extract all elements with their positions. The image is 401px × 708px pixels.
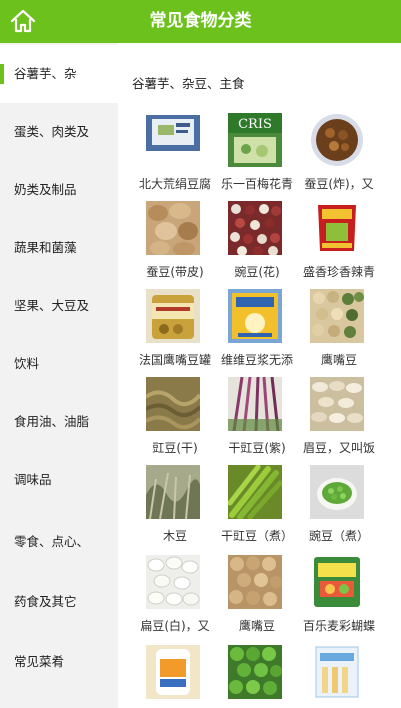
sidebar-item-label: 常见菜肴 xyxy=(14,654,65,669)
active-indicator xyxy=(0,64,4,84)
food-item[interactable] xyxy=(132,645,218,708)
sidebar-item-label: 调味品 xyxy=(14,472,52,487)
food-name: 维维豆浆无添 xyxy=(220,353,293,367)
sidebar-item-label: 饮料 xyxy=(14,356,40,371)
food-image xyxy=(146,465,200,519)
food-image xyxy=(228,377,282,431)
food-image xyxy=(310,289,364,343)
page-title: 常见食物分类 xyxy=(149,11,252,31)
food-item[interactable]: 鹰嘴豆 xyxy=(296,289,382,375)
food-image xyxy=(310,465,364,519)
category-sidebar: 谷薯芋、杂 蛋类、肉类及 奶类及制品 蔬果和菌藻 坚果、大豆及 饮料 食用油、油… xyxy=(0,43,118,708)
food-item[interactable]: 豇豆(干) xyxy=(132,377,218,463)
food-item[interactable]: 蚕豆(炸)，又 xyxy=(296,113,382,199)
food-image xyxy=(310,645,364,699)
food-image xyxy=(228,465,282,519)
food-image: CRIS xyxy=(228,113,282,167)
sidebar-item-label: 药食及其它 xyxy=(14,594,77,609)
sidebar-item-snacks[interactable]: 零食、点心、 xyxy=(0,513,118,571)
food-name: 豌豆(花) xyxy=(234,265,280,279)
food-image xyxy=(146,555,200,609)
food-item[interactable]: 木豆 xyxy=(132,465,218,551)
food-item[interactable]: 法国鹰嘴豆罐 xyxy=(132,289,218,375)
food-item[interactable]: CRIS 乐一百梅花青 xyxy=(214,113,300,199)
food-image xyxy=(310,555,364,609)
sidebar-item-vegetables[interactable]: 蔬果和菌藻 xyxy=(0,219,118,277)
sidebar-item-drinks[interactable]: 饮料 xyxy=(0,335,118,393)
sidebar-item-nuts-soy[interactable]: 坚果、大豆及 xyxy=(0,277,118,335)
sidebar-item-label: 食用油、油脂 xyxy=(14,414,90,429)
food-name: 扁豆(白)，又 xyxy=(140,619,210,633)
food-name: 盛香珍香辣青 xyxy=(302,265,375,279)
food-image xyxy=(310,377,364,431)
food-image xyxy=(146,201,200,255)
sidebar-item-dairy[interactable]: 奶类及制品 xyxy=(0,161,118,219)
food-image xyxy=(228,645,282,699)
sidebar-item-grains[interactable]: 谷薯芋、杂 xyxy=(0,45,118,103)
food-item[interactable]: 扁豆(白)，又 xyxy=(132,555,218,641)
food-item[interactable]: 豌豆(花) xyxy=(214,201,300,287)
section-title: 谷薯芋、杂豆、主食 xyxy=(132,76,245,91)
sidebar-item-eggs-meat[interactable]: 蛋类、肉类及 xyxy=(0,103,118,161)
food-image xyxy=(228,289,282,343)
sidebar-item-condiments[interactable]: 调味品 xyxy=(0,451,118,509)
food-item[interactable] xyxy=(296,645,382,708)
food-item[interactable]: 干豇豆(紫) xyxy=(214,377,300,463)
food-item[interactable]: 蚕豆(带皮) xyxy=(132,201,218,287)
food-name: 豇豆(干) xyxy=(152,441,198,455)
food-name: 乐一百梅花青 xyxy=(220,177,293,191)
sidebar-item-label: 零食、点心、 xyxy=(14,534,90,549)
sidebar-item-label: 蛋类、肉类及 xyxy=(14,124,90,139)
food-name: 鹰嘴豆 xyxy=(320,353,357,367)
food-image xyxy=(146,113,200,167)
sidebar-item-oils[interactable]: 食用油、油脂 xyxy=(0,393,118,451)
food-name: 鹰嘴豆 xyxy=(238,619,275,633)
food-image xyxy=(146,289,200,343)
sidebar-item-medicinal[interactable]: 药食及其它 xyxy=(0,573,118,631)
food-name: 百乐麦彩蝴蝶 xyxy=(302,619,375,633)
food-name: 眉豆，又叫饭 xyxy=(302,441,375,455)
food-name: 法国鹰嘴豆罐 xyxy=(138,353,211,367)
food-name: 蚕豆(炸)，又 xyxy=(304,177,374,191)
food-image xyxy=(228,555,282,609)
sidebar-item-dishes[interactable]: 常见菜肴 xyxy=(0,633,118,691)
food-item[interactable]: 干豇豆（煮） xyxy=(214,465,300,551)
sidebar-item-label: 奶类及制品 xyxy=(14,182,77,197)
sidebar-item-label: 坚果、大豆及 xyxy=(14,298,90,313)
food-item[interactable]: 豌豆（煮） xyxy=(296,465,382,551)
food-item[interactable] xyxy=(214,645,300,708)
food-item[interactable]: 维维豆浆无添 xyxy=(214,289,300,375)
food-item[interactable]: 鹰嘴豆 xyxy=(214,555,300,641)
food-image xyxy=(146,377,200,431)
food-item[interactable]: 百乐麦彩蝴蝶 xyxy=(296,555,382,641)
sidebar-item-label: 蔬果和菌藻 xyxy=(14,240,77,255)
app-header: 常见食物分类 xyxy=(0,0,401,43)
food-name: 蚕豆(带皮) xyxy=(146,265,204,279)
food-item[interactable]: 北大荒绢豆腐 xyxy=(132,113,218,199)
food-name: 木豆 xyxy=(162,529,187,543)
food-name: 干豇豆（煮） xyxy=(220,529,293,543)
food-name: 北大荒绢豆腐 xyxy=(138,177,211,191)
food-item[interactable]: 盛香珍香辣青 xyxy=(296,201,382,287)
food-name: 干豇豆(紫) xyxy=(228,441,286,455)
sidebar-item-label: 谷薯芋、杂 xyxy=(14,66,77,81)
package-brand-text: CRIS xyxy=(238,117,272,132)
food-name: 豌豆（煮） xyxy=(308,529,369,543)
food-image xyxy=(310,113,364,167)
food-image xyxy=(310,201,364,255)
food-image xyxy=(146,645,200,699)
food-item[interactable]: 眉豆，又叫饭 xyxy=(296,377,382,463)
food-grid-panel: 谷薯芋、杂豆、主食 北大荒绢豆腐 CRIS 乐一百梅花青 蚕豆(炸)，又 蚕豆(… xyxy=(118,43,401,708)
food-image xyxy=(228,201,282,255)
